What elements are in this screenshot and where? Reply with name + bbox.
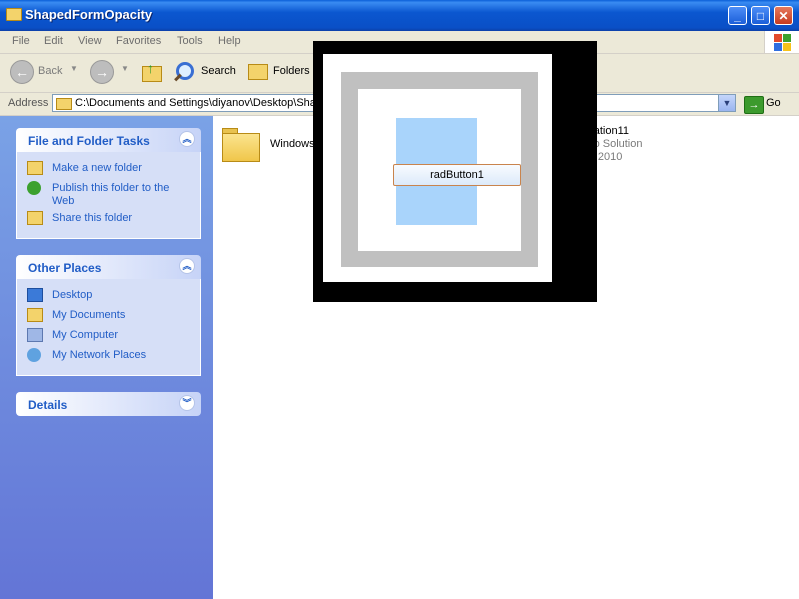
other-places-header[interactable]: Other Places ︽ xyxy=(16,255,201,279)
menu-file[interactable]: File xyxy=(12,35,30,47)
folder-item[interactable] xyxy=(222,128,260,162)
go-button[interactable]: Go xyxy=(766,97,781,109)
back-arrow-icon: ← xyxy=(10,60,34,84)
back-dropdown-icon[interactable]: ▼ xyxy=(70,64,78,73)
file-tasks-header[interactable]: File and Folder Tasks ︽ xyxy=(16,128,201,152)
back-button[interactable]: ← Back ▼ xyxy=(10,60,78,84)
task-label: Share this folder xyxy=(52,212,133,224)
window-title: ShapedFormOpacity xyxy=(25,7,153,22)
rad-button[interactable]: radButton1 xyxy=(393,164,521,186)
windows-logo-icon xyxy=(764,31,799,53)
forward-arrow-icon: → xyxy=(90,60,114,84)
file-tasks-title: File and Folder Tasks xyxy=(28,134,150,148)
documents-icon xyxy=(27,308,43,322)
folder-icon xyxy=(222,133,260,162)
other-places-panel: Desktop My Documents My Computer My Netw… xyxy=(16,279,201,376)
task-label: Publish this folder to the Web xyxy=(52,182,170,207)
collapse-icon[interactable]: ︽ xyxy=(179,258,195,274)
search-button[interactable]: Search xyxy=(174,60,238,84)
forward-dropdown-icon[interactable]: ▼ xyxy=(121,64,129,73)
maximize-button[interactable]: □ xyxy=(751,6,770,25)
folder-icon xyxy=(56,98,72,110)
menu-edit[interactable]: Edit xyxy=(44,35,63,47)
details-header[interactable]: Details ︾ xyxy=(16,392,201,416)
go-arrow-icon[interactable]: → xyxy=(744,96,764,114)
menu-help[interactable]: Help xyxy=(218,35,241,47)
place-label: Desktop xyxy=(52,289,93,301)
task-label: Make a new folder xyxy=(52,162,142,174)
network-icon xyxy=(27,348,41,362)
folders-icon xyxy=(248,64,268,80)
menu-view[interactable]: View xyxy=(78,35,102,47)
place-label: My Computer xyxy=(52,329,119,341)
computer-icon xyxy=(27,328,43,342)
new-folder-icon xyxy=(27,161,43,175)
close-button[interactable]: ✕ xyxy=(774,6,793,25)
back-label: Back xyxy=(38,65,63,77)
menu-tools[interactable]: Tools xyxy=(177,35,203,47)
other-places-title: Other Places xyxy=(28,261,102,275)
place-label: My Documents xyxy=(52,309,126,321)
address-dropdown-icon[interactable]: ▼ xyxy=(718,95,735,111)
file-tasks-panel: Make a new folder Publish this folder to… xyxy=(16,152,201,239)
expand-icon[interactable]: ︾ xyxy=(179,395,195,411)
forward-button[interactable]: → ▼ xyxy=(90,60,129,84)
folders-button[interactable]: Folders xyxy=(246,60,312,84)
search-label: Search xyxy=(201,65,236,77)
place-label: My Network Places xyxy=(52,349,147,361)
up-folder-button[interactable]: ↑ xyxy=(140,60,162,82)
details-title: Details xyxy=(28,398,68,412)
desktop-icon xyxy=(27,288,43,302)
address-label: Address xyxy=(8,97,49,109)
minimize-button[interactable]: _ xyxy=(728,6,747,25)
collapse-icon[interactable]: ︽ xyxy=(179,131,195,147)
folder-icon xyxy=(6,8,22,21)
globe-icon xyxy=(27,181,41,195)
title-bar[interactable]: ShapedFormOpacity _ □ ✕ xyxy=(0,0,799,31)
menu-favorites[interactable]: Favorites xyxy=(116,35,161,47)
folders-label: Folders xyxy=(273,65,310,77)
share-folder-icon xyxy=(27,211,43,225)
